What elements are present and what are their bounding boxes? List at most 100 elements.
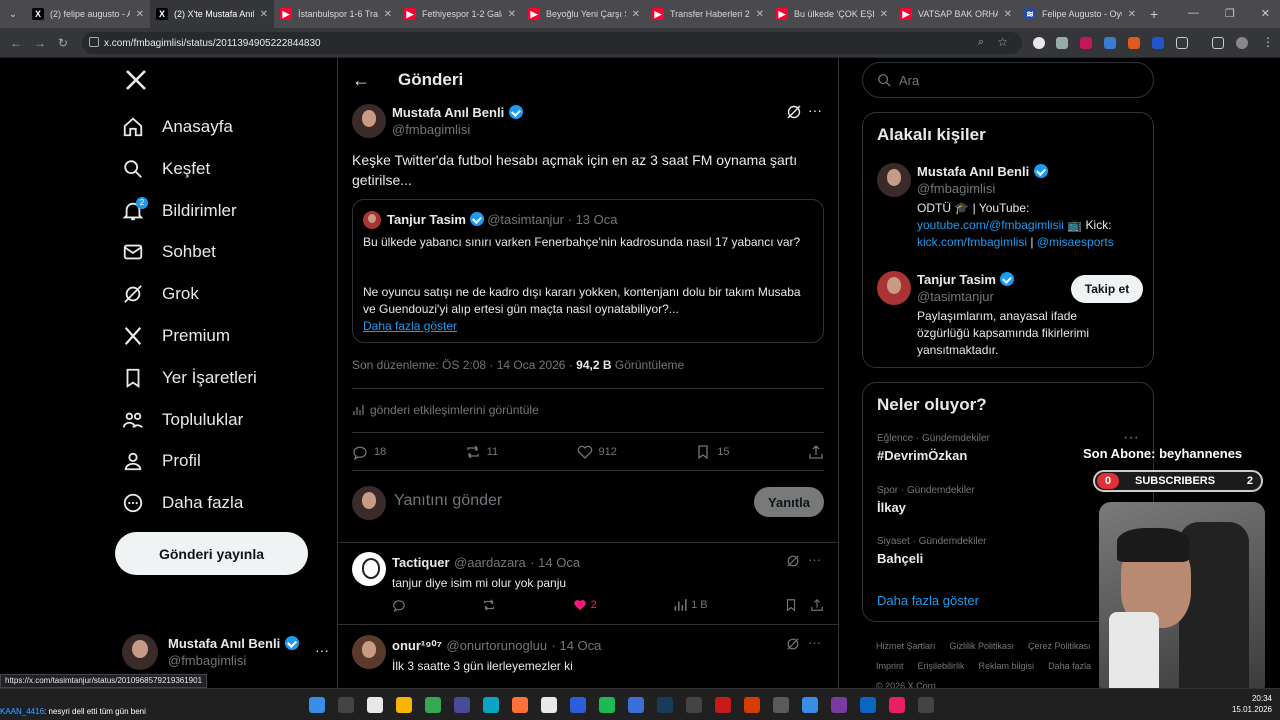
taskbar-app-icon[interactable] [512, 697, 528, 713]
taskbar-app-icon[interactable] [889, 697, 905, 713]
url-bar[interactable]: x.com/fmbagimlisi/status/201139490522284… [82, 32, 1022, 54]
close-tab-icon[interactable]: ✕ [384, 9, 392, 20]
reply-date[interactable]: · 14 Oca [530, 555, 580, 570]
author-name[interactable]: Mustafa Anıl Benli [392, 105, 504, 120]
avatar[interactable] [877, 163, 911, 197]
taskbar-app-icon[interactable] [483, 697, 499, 713]
nav-item-premium[interactable]: Premium [122, 316, 230, 356]
more-icon[interactable]: ··· [808, 552, 821, 567]
more-icon[interactable]: ··· [1123, 429, 1139, 447]
footer-link[interactable]: Gizlilik Politikası [950, 641, 1015, 651]
taskbar-app-icon[interactable] [831, 697, 847, 713]
close-tab-icon[interactable]: ✕ [756, 9, 764, 20]
taskbar-app-icon[interactable] [773, 697, 789, 713]
nav-item-topluluklar[interactable]: Topluluklar [122, 400, 243, 440]
bookmark-star-icon[interactable]: ☆ [997, 35, 1008, 49]
extensions-puzzle-icon[interactable] [1176, 37, 1188, 49]
avatar[interactable] [352, 552, 386, 586]
show-more-link[interactable]: Daha fazla göster [877, 593, 979, 608]
taskbar-app-icon[interactable] [860, 697, 876, 713]
reply-input[interactable]: Yanıtını gönder [394, 492, 502, 510]
account-switcher[interactable]: Mustafa Anıl Benli @fmbagimlisi ··· [122, 632, 337, 676]
close-tab-icon[interactable]: ✕ [880, 9, 888, 20]
taskbar-app-icon[interactable] [425, 697, 441, 713]
tab-search-icon[interactable]: ⌄ [0, 0, 26, 28]
extension-icon[interactable] [1033, 37, 1045, 49]
taskbar-app-icon[interactable] [686, 697, 702, 713]
reply-action[interactable]: 18 [352, 444, 386, 460]
extension-icon[interactable] [1056, 37, 1068, 49]
nav-item-profil[interactable]: Profil [122, 441, 201, 481]
browser-tab[interactable]: ▶VATSAP BAK ORHAN✕ [894, 0, 1018, 28]
repost-action[interactable]: 11 [465, 444, 498, 460]
bio-link[interactable]: youtube.com/@fmbagimlisii [917, 218, 1064, 232]
nav-item-yer-i̇şaretleri[interactable]: Yer İşaretleri [122, 358, 257, 398]
taskbar-app-icon[interactable] [918, 697, 934, 713]
footer-link[interactable]: Çerez Politikası [1028, 641, 1091, 651]
new-tab-button[interactable]: + [1150, 6, 1158, 22]
taskbar-app-icon[interactable] [367, 697, 383, 713]
author-avatar[interactable] [352, 104, 386, 138]
grok-icon[interactable] [786, 104, 802, 120]
close-tab-icon[interactable]: ✕ [136, 9, 144, 20]
grok-icon[interactable] [786, 637, 800, 651]
share-icon[interactable] [810, 598, 824, 612]
close-tab-icon[interactable]: ✕ [1004, 9, 1012, 20]
reply-author-name[interactable]: Tactiquer [392, 555, 450, 570]
edit-timestamp[interactable]: Son düzenleme: ÖS 2:08 · 14 Oca 2026 · [352, 358, 573, 372]
grok-icon[interactable] [786, 554, 800, 568]
browser-tab[interactable]: X (2) X'te Mustafa Anıl ✕ [150, 0, 274, 28]
like-action[interactable]: 2 [573, 598, 597, 612]
search-input[interactable]: Ara [862, 62, 1154, 98]
reading-list-icon[interactable] [1212, 37, 1224, 49]
person-handle[interactable]: @fmbagimlisi [917, 181, 1145, 196]
footer-link[interactable]: Imprint [876, 661, 904, 671]
forward-icon[interactable]: → [34, 36, 46, 50]
browser-tab[interactable]: ▶ İstanbulspor 1-6 Trab ✕ [274, 0, 398, 28]
more-icon[interactable]: ··· [315, 642, 329, 658]
nav-item-bildirimler[interactable]: 2 Bildirimler [122, 191, 237, 231]
taskbar-app-icon[interactable] [541, 697, 557, 713]
reply-author-name[interactable]: onur¹⁹⁰⁷ [392, 638, 442, 653]
author-handle[interactable]: @fmbagimlisi [392, 122, 523, 137]
extension-icon[interactable] [1128, 37, 1140, 49]
browser-tab[interactable]: ▶Beyoğlu Yeni Çarşı Sp✕ [522, 0, 646, 28]
close-tab-icon[interactable]: ✕ [260, 9, 268, 20]
nav-item-anasayfa[interactable]: Anasayfa [122, 107, 233, 147]
footer-link[interactable]: Reklam bilgisi [979, 661, 1035, 671]
close-tab-icon[interactable]: ✕ [1128, 9, 1136, 20]
bio-link[interactable]: kick.com/fmbagimlisi [917, 235, 1027, 249]
like-action[interactable]: 912 [577, 444, 617, 460]
footer-link[interactable]: Erişilebilirlik [918, 661, 965, 671]
browser-menu-icon[interactable]: ⋮ [1262, 35, 1274, 49]
zoom-icon[interactable]: ⌕ [978, 36, 984, 49]
taskbar-app-icon[interactable] [454, 697, 470, 713]
taskbar-app-icon[interactable] [396, 697, 412, 713]
browser-tab[interactable]: ▶ Fethiyespor 1-2 Galat ✕ [398, 0, 522, 28]
close-tab-icon[interactable]: ✕ [508, 9, 516, 20]
back-icon[interactable]: ← [10, 36, 22, 50]
avatar[interactable] [877, 271, 911, 305]
taskbar-app-icon[interactable] [715, 697, 731, 713]
nav-item-daha-fazla[interactable]: Daha fazla [122, 483, 243, 523]
site-info-icon[interactable] [89, 37, 99, 47]
reply-button[interactable]: Yanıtla [754, 487, 824, 517]
system-clock[interactable]: 20:34 15.01.2026 [1232, 693, 1272, 715]
profile-avatar[interactable] [1236, 37, 1248, 49]
reply-author-handle[interactable]: @aardazara [454, 555, 526, 570]
avatar[interactable] [352, 635, 386, 669]
nav-item-grok[interactable]: Grok [122, 274, 199, 314]
taskbar-app-icon[interactable] [628, 697, 644, 713]
taskbar-app-icon[interactable] [744, 697, 760, 713]
browser-tab[interactable]: X (2) felipe augusto - A ✕ [26, 0, 150, 28]
reload-icon[interactable]: ↻ [58, 36, 68, 50]
share-action[interactable] [808, 444, 824, 460]
person-name[interactable]: Tanjur Tasim [917, 272, 996, 287]
taskbar-app-icon[interactable] [802, 697, 818, 713]
more-icon[interactable]: ··· [808, 102, 822, 118]
taskbar-app-icon[interactable] [599, 697, 615, 713]
reply-date[interactable]: · 14 Oca [552, 638, 602, 653]
quoted-post[interactable]: Tanjur Tasim @tasimtanjur · 13 Oca Bu ül… [352, 199, 824, 343]
bookmark-action[interactable]: 15 [695, 444, 730, 460]
browser-tab[interactable]: ▶Bu ülkede 'ÇOK EŞLİL✕ [770, 0, 894, 28]
